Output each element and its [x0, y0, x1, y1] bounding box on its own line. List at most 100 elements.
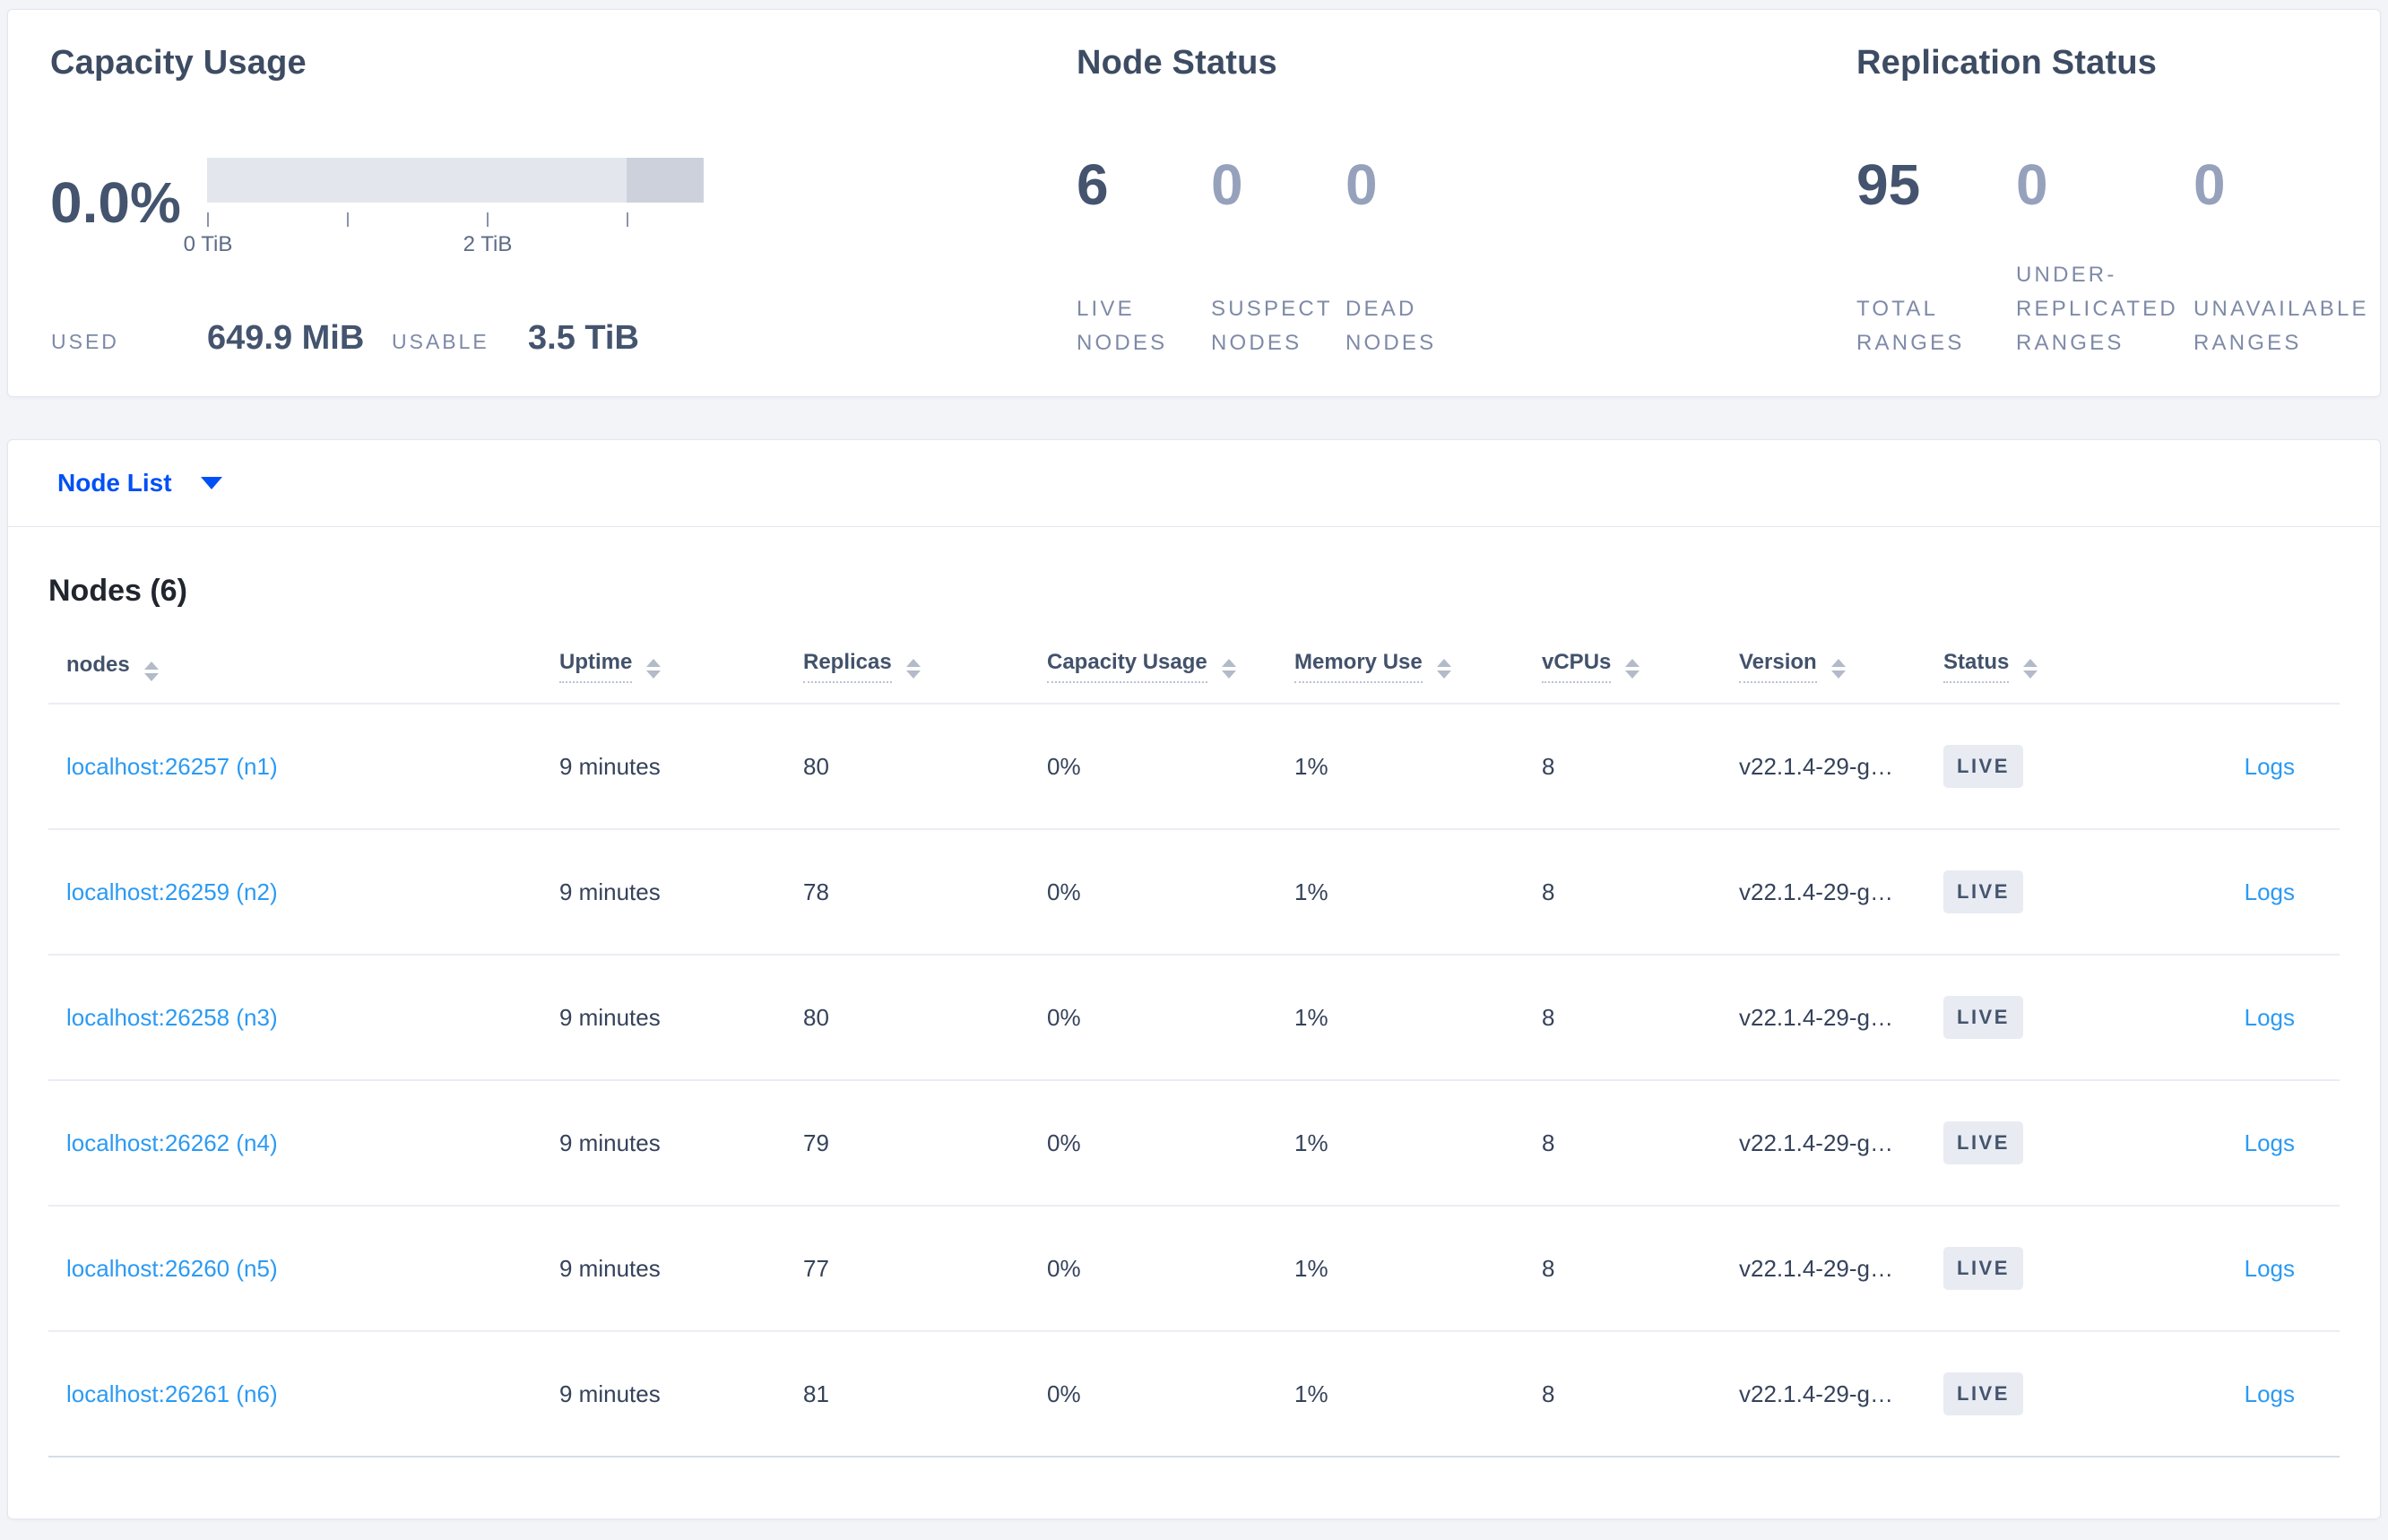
replication-values: 95 0 0: [1856, 153, 2388, 216]
table-row: localhost:26261 (n6) 9 minutes 81 0% 1% …: [48, 1331, 2340, 1458]
version-cell: v22.1.4-29-g…: [1721, 1080, 1925, 1207]
total-ranges-label: TOTAL RANGES: [1856, 297, 1965, 355]
dead-nodes-label: DEAD NODES: [1345, 297, 1437, 355]
caret-down-icon: [200, 477, 222, 489]
logs-link[interactable]: Logs: [2245, 1255, 2295, 1282]
uptime-cell: 9 minutes: [541, 1080, 785, 1207]
table-row: localhost:26262 (n4) 9 minutes 79 0% 1% …: [48, 1080, 2340, 1207]
column-header-nodes[interactable]: nodes: [48, 650, 541, 705]
uptime-cell: 9 minutes: [541, 704, 785, 830]
replicas-cell: 81: [785, 1331, 1029, 1458]
uptime-cell: 9 minutes: [541, 1331, 785, 1458]
cluster-overview-page: Capacity Usage 0.0% 0 TiB 2 TiB USED 649…: [0, 9, 2388, 1519]
status-badge: LIVE: [1943, 870, 2023, 913]
logs-link[interactable]: Logs: [2245, 1004, 2295, 1031]
axis-tick: [347, 212, 349, 227]
capacity-used-percent: 0.0%: [50, 170, 181, 235]
vcpus-cell: 8: [1524, 704, 1721, 830]
version-cell: v22.1.4-29-g…: [1721, 1331, 1925, 1458]
sort-icon[interactable]: [143, 661, 159, 681]
suspect-nodes-label: SUSPECT NODES: [1211, 297, 1333, 355]
sort-icon[interactable]: [1221, 659, 1236, 679]
memory-cell: 1%: [1276, 829, 1524, 956]
capacity-usage-chart: 0.0% 0 TiB 2 TiB: [50, 153, 704, 256]
usable-value: 3.5 TiB: [528, 319, 639, 357]
node-link[interactable]: localhost:26259 (n2): [66, 878, 278, 905]
status-badge: LIVE: [1943, 745, 2023, 788]
memory-cell: 1%: [1276, 955, 1524, 1081]
sort-icon[interactable]: [1830, 659, 1846, 679]
status-badge: LIVE: [1943, 1372, 2023, 1415]
column-header-version[interactable]: Version: [1721, 650, 1925, 705]
axis-tick: [627, 212, 628, 227]
sort-icon[interactable]: [1436, 659, 1451, 679]
capacity-bar: 0 TiB 2 TiB: [184, 153, 704, 256]
under-replicated-ranges-label: UNDER-REPLICATED RANGES: [2016, 263, 2178, 355]
logs-link[interactable]: Logs: [2245, 1129, 2295, 1156]
memory-cell: 1%: [1276, 1080, 1524, 1207]
column-header-logs: [2194, 650, 2340, 705]
node-link[interactable]: localhost:26260 (n5): [66, 1255, 278, 1282]
sort-icon[interactable]: [646, 659, 662, 679]
version-cell: v22.1.4-29-g…: [1721, 704, 1925, 830]
capacity-usage-section: Capacity Usage 0.0% 0 TiB 2 TiB USED 649…: [50, 44, 947, 357]
vcpus-cell: 8: [1524, 955, 1721, 1081]
memory-cell: 1%: [1276, 1206, 1524, 1332]
nodes-table: nodes Uptime Replicas Capacity Usage Mem…: [48, 650, 2340, 1458]
logs-link[interactable]: Logs: [2245, 753, 2295, 780]
live-nodes-count: 6: [1077, 152, 1109, 217]
axis-tick-label: 2 TiB: [463, 232, 513, 256]
capacity-bar-extra-segment: [627, 158, 704, 203]
logs-link[interactable]: Logs: [2245, 1380, 2295, 1407]
node-status-section: Node Status 6 0 0 LIVE NODES SUSPECT NOD…: [1077, 44, 1614, 355]
node-list-dropdown-label: Node List: [57, 469, 172, 497]
status-badge: LIVE: [1943, 1247, 2023, 1290]
sort-icon[interactable]: [1625, 659, 1640, 679]
uptime-cell: 9 minutes: [541, 955, 785, 1081]
replicas-cell: 78: [785, 829, 1029, 956]
unavailable-ranges-count: 0: [2193, 152, 2226, 217]
capacity-cell: 0%: [1029, 1331, 1276, 1458]
suspect-nodes-count: 0: [1211, 152, 1243, 217]
replicas-cell: 80: [785, 955, 1029, 1081]
cluster-summary-card: Capacity Usage 0.0% 0 TiB 2 TiB USED 649…: [7, 9, 2381, 397]
view-selector-bar: Node List: [8, 440, 2380, 527]
memory-cell: 1%: [1276, 704, 1524, 830]
status-badge: LIVE: [1943, 1121, 2023, 1164]
node-link[interactable]: localhost:26262 (n4): [66, 1129, 278, 1156]
version-cell: v22.1.4-29-g…: [1721, 1206, 1925, 1332]
replicas-cell: 79: [785, 1080, 1029, 1207]
version-cell: v22.1.4-29-g…: [1721, 829, 1925, 956]
node-list-dropdown[interactable]: Node List: [57, 469, 222, 497]
column-header-memory-use[interactable]: Memory Use: [1276, 650, 1524, 705]
column-header-vcpus[interactable]: vCPUs: [1524, 650, 1721, 705]
column-header-replicas[interactable]: Replicas: [785, 650, 1029, 705]
vcpus-cell: 8: [1524, 1331, 1721, 1458]
used-value: 649.9 MiB: [207, 319, 365, 357]
column-header-uptime[interactable]: Uptime: [541, 650, 785, 705]
replication-status-title: Replication Status: [1856, 44, 2158, 82]
capacity-cell: 0%: [1029, 1206, 1276, 1332]
version-cell: v22.1.4-29-g…: [1721, 955, 1925, 1081]
table-row: localhost:26258 (n3) 9 minutes 80 0% 1% …: [48, 955, 2340, 1081]
node-status-title: Node Status: [1077, 44, 1277, 82]
node-link[interactable]: localhost:26258 (n3): [66, 1004, 278, 1031]
node-link[interactable]: localhost:26261 (n6): [66, 1380, 278, 1407]
table-row: localhost:26257 (n1) 9 minutes 80 0% 1% …: [48, 704, 2340, 830]
node-list-panel: Node List Nodes (6) nodes Uptime Replica…: [7, 439, 2381, 1519]
unavailable-ranges-label: UNAVAILABLE RANGES: [2193, 297, 2369, 355]
sort-icon[interactable]: [905, 659, 921, 679]
total-ranges-count: 95: [1856, 152, 1921, 217]
uptime-cell: 9 minutes: [541, 829, 785, 956]
column-header-status[interactable]: Status: [1925, 650, 2194, 705]
nodes-panel-title: Nodes (6): [48, 574, 187, 608]
used-label: USED: [51, 330, 119, 353]
logs-link[interactable]: Logs: [2245, 878, 2295, 905]
node-link[interactable]: localhost:26257 (n1): [66, 753, 278, 780]
memory-cell: 1%: [1276, 1331, 1524, 1458]
column-header-capacity-usage[interactable]: Capacity Usage: [1029, 650, 1276, 705]
sort-icon[interactable]: [2023, 659, 2038, 679]
vcpus-cell: 8: [1524, 1080, 1721, 1207]
live-nodes-label: LIVE NODES: [1077, 297, 1168, 355]
node-status-labels: LIVE NODES SUSPECT NODES DEAD NODES: [1077, 292, 1480, 360]
